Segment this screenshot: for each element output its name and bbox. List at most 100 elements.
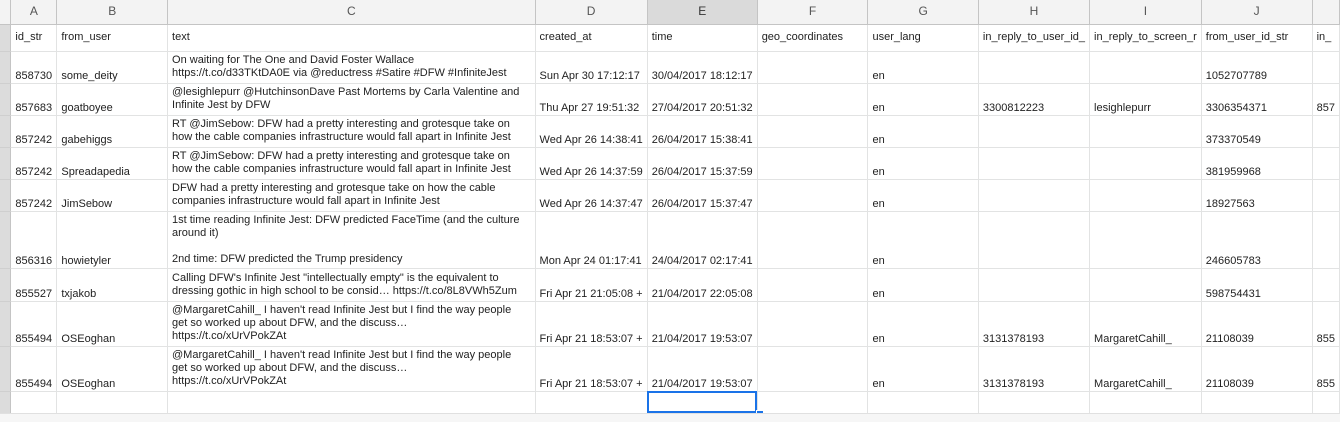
cell-id-str[interactable]: 856316 [10,211,58,269]
cell-text[interactable]: @lesighlepurr @HutchinsonDave Past Morte… [167,83,536,116]
column-header-k[interactable] [1312,0,1340,25]
cell-id-str[interactable]: 857683 [10,83,58,116]
spreadsheet-grid[interactable]: A B C D E F G H I J id_str from_user tex… [0,0,1340,422]
empty-cell[interactable] [757,391,869,414]
cell-from-user[interactable]: JimSebow [56,179,169,212]
cell-user-lang[interactable]: en [867,51,979,84]
cell-extra[interactable]: 855 [1312,301,1340,347]
selected-cell[interactable] [647,391,758,414]
cell-user-lang[interactable]: en [867,211,979,269]
cell-header-from-user-id-str[interactable]: from_user_id_str [1201,24,1313,52]
cell-geo-coordinates[interactable] [757,211,869,269]
column-header-g[interactable]: G [867,0,979,25]
empty-cell[interactable] [867,391,979,414]
cell-user-lang[interactable]: en [867,83,979,116]
column-header-c[interactable]: C [167,0,536,25]
cell-from-user[interactable]: some_deity [56,51,169,84]
cell-in-reply-to-screen-name[interactable] [1089,211,1202,269]
cell-time[interactable]: 21/04/2017 19:53:07 [647,346,758,392]
cell-from-user[interactable]: OSEoghan [56,346,169,392]
cell-in-reply-to-screen-name[interactable] [1089,115,1202,148]
cell-extra[interactable] [1312,115,1340,148]
cell-header-extra[interactable]: in_ [1312,24,1340,52]
cell-text[interactable]: @MargaretCahill_ I haven't read Infinite… [167,301,536,347]
cell-extra[interactable] [1312,268,1340,302]
row-header[interactable] [0,115,12,148]
cell-in-reply-to-user-id[interactable] [978,51,1091,84]
cell-geo-coordinates[interactable] [757,147,869,180]
cell-id-str[interactable]: 857242 [10,147,58,180]
cell-text[interactable]: 1st time reading Infinite Jest: DFW pred… [167,211,536,269]
cell-from-user-id-str[interactable]: 598754431 [1201,268,1313,302]
cell-id-str[interactable]: 855494 [10,301,58,347]
row-header[interactable] [0,211,12,269]
column-header-a[interactable]: A [10,0,58,25]
cell-created-at[interactable]: Wed Apr 26 14:38:41 [535,115,648,148]
cell-time[interactable]: 26/04/2017 15:38:41 [647,115,758,148]
cell-in-reply-to-screen-name[interactable]: MargaretCahill_ [1089,346,1202,392]
cell-user-lang[interactable]: en [867,179,979,212]
column-header-d[interactable]: D [535,0,648,25]
cell-extra[interactable] [1312,211,1340,269]
cell-user-lang[interactable]: en [867,268,979,302]
cell-header-text[interactable]: text [167,24,536,52]
cell-text[interactable]: DFW had a pretty interesting and grotesq… [167,179,536,212]
row-header[interactable] [0,179,12,212]
cell-geo-coordinates[interactable] [757,83,869,116]
cell-in-reply-to-user-id[interactable] [978,211,1091,269]
empty-cell[interactable] [10,391,58,414]
cell-from-user[interactable]: howietyler [56,211,169,269]
cell-in-reply-to-user-id[interactable]: 3131378193 [978,346,1091,392]
cell-text[interactable]: @MargaretCahill_ I haven't read Infinite… [167,346,536,392]
row-header[interactable] [0,301,12,347]
cell-geo-coordinates[interactable] [757,51,869,84]
cell-time[interactable]: 26/04/2017 15:37:59 [647,147,758,180]
cell-created-at[interactable]: Thu Apr 27 19:51:32 [535,83,648,116]
row-header[interactable] [0,83,12,116]
cell-in-reply-to-screen-name[interactable] [1089,268,1202,302]
select-all-corner[interactable] [0,0,12,25]
cell-id-str[interactable]: 855494 [10,346,58,392]
cell-from-user-id-str[interactable]: 373370549 [1201,115,1313,148]
cell-extra[interactable]: 855 [1312,346,1340,392]
cell-extra[interactable] [1312,179,1340,212]
cell-time[interactable]: 21/04/2017 22:05:08 [647,268,758,302]
cell-user-lang[interactable]: en [867,346,979,392]
row-header[interactable] [0,391,12,414]
cell-in-reply-to-screen-name[interactable] [1089,51,1202,84]
cell-in-reply-to-screen-name[interactable] [1089,179,1202,212]
cell-created-at[interactable]: Wed Apr 26 14:37:59 [535,147,648,180]
column-header-h[interactable]: H [978,0,1091,25]
cell-from-user-id-str[interactable]: 18927563 [1201,179,1313,212]
cell-time[interactable]: 26/04/2017 15:37:47 [647,179,758,212]
cell-user-lang[interactable]: en [867,301,979,347]
row-header[interactable] [0,147,12,180]
cell-header-created-at[interactable]: created_at [535,24,648,52]
column-header-j[interactable]: J [1201,0,1313,25]
cell-in-reply-to-user-id[interactable] [978,147,1091,180]
cell-created-at[interactable]: Fri Apr 21 18:53:07 + [535,346,648,392]
cell-geo-coordinates[interactable] [757,115,869,148]
cell-id-str[interactable]: 857242 [10,179,58,212]
cell-header-in-reply-to-user-id[interactable]: in_reply_to_user_id_ [978,24,1091,52]
cell-text[interactable]: Calling DFW's Infinite Jest "intellectua… [167,268,536,302]
empty-cell[interactable] [1201,391,1313,414]
column-header-e[interactable]: E [647,0,758,25]
column-header-i[interactable]: I [1089,0,1202,25]
column-header-b[interactable]: B [56,0,169,25]
cell-from-user[interactable]: goatboyee [56,83,169,116]
row-header[interactable] [0,268,12,302]
cell-from-user[interactable]: Spreadapedia [56,147,169,180]
empty-cell[interactable] [1312,391,1340,414]
cell-from-user[interactable]: txjakob [56,268,169,302]
cell-from-user-id-str[interactable]: 1052707789 [1201,51,1313,84]
cell-created-at[interactable]: Mon Apr 24 01:17:41 [535,211,648,269]
cell-in-reply-to-screen-name[interactable]: lesighlepurr [1089,83,1202,116]
cell-in-reply-to-user-id[interactable]: 3300812223 [978,83,1091,116]
cell-in-reply-to-screen-name[interactable]: MargaretCahill_ [1089,301,1202,347]
column-header-f[interactable]: F [757,0,869,25]
empty-cell[interactable] [56,391,169,414]
cell-in-reply-to-user-id[interactable] [978,268,1091,302]
cell-created-at[interactable]: Sun Apr 30 17:12:17 [535,51,648,84]
cell-geo-coordinates[interactable] [757,268,869,302]
